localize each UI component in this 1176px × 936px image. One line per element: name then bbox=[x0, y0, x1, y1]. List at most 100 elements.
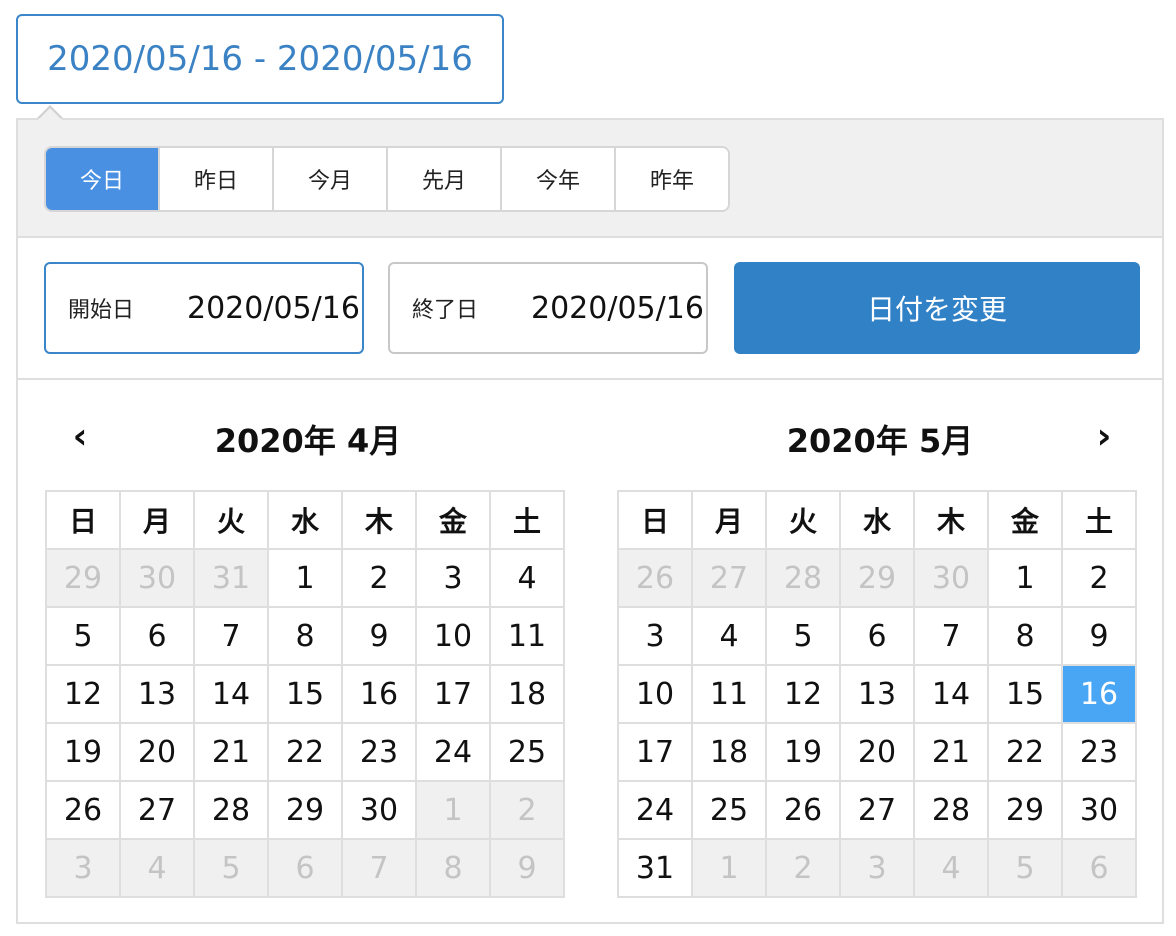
calendar-day-outside[interactable]: 3 bbox=[45, 838, 121, 898]
prev-month-icon[interactable]: ‹ bbox=[60, 416, 100, 457]
calendar-day[interactable]: 1 bbox=[267, 548, 343, 608]
calendar-day-outside[interactable]: 31 bbox=[193, 548, 269, 608]
calendar-day-outside[interactable]: 1 bbox=[415, 780, 491, 840]
calendar-day-outside[interactable]: 3 bbox=[839, 838, 915, 898]
calendar-day[interactable]: 29 bbox=[987, 780, 1063, 840]
calendar-day[interactable]: 10 bbox=[415, 606, 491, 666]
calendar-day[interactable]: 22 bbox=[267, 722, 343, 782]
calendar-day[interactable]: 19 bbox=[765, 722, 841, 782]
calendar-day[interactable]: 21 bbox=[193, 722, 269, 782]
calendar-day-outside[interactable]: 29 bbox=[839, 548, 915, 608]
calendar-day[interactable]: 17 bbox=[415, 664, 491, 724]
calendar-day[interactable]: 3 bbox=[415, 548, 491, 608]
calendar-day[interactable]: 28 bbox=[913, 780, 989, 840]
calendar-day[interactable]: 7 bbox=[193, 606, 269, 666]
calendar-day[interactable]: 8 bbox=[267, 606, 343, 666]
calendar-day[interactable]: 17 bbox=[617, 722, 693, 782]
calendar-day[interactable]: 26 bbox=[765, 780, 841, 840]
calendar-day[interactable]: 4 bbox=[691, 606, 767, 666]
calendar-day[interactable]: 6 bbox=[839, 606, 915, 666]
calendar-day[interactable]: 15 bbox=[987, 664, 1063, 724]
calendar-day-outside[interactable]: 27 bbox=[691, 548, 767, 608]
preset-this-month[interactable]: 今月 bbox=[274, 148, 388, 210]
calendar-day[interactable]: 13 bbox=[119, 664, 195, 724]
calendar-day[interactable]: 2 bbox=[341, 548, 417, 608]
preset-last-year[interactable]: 昨年 bbox=[616, 148, 728, 210]
calendar-day[interactable]: 23 bbox=[341, 722, 417, 782]
calendar-day[interactable]: 24 bbox=[617, 780, 693, 840]
calendar-day[interactable]: 30 bbox=[341, 780, 417, 840]
calendar-day-outside[interactable]: 2 bbox=[765, 838, 841, 898]
calendar-day-selected[interactable]: 16 bbox=[1061, 664, 1137, 724]
calendar-day[interactable]: 6 bbox=[119, 606, 195, 666]
calendar-day-outside[interactable]: 5 bbox=[987, 838, 1063, 898]
calendar-day-outside[interactable]: 7 bbox=[341, 838, 417, 898]
calendar-day[interactable]: 9 bbox=[1061, 606, 1137, 666]
calendar-day[interactable]: 20 bbox=[839, 722, 915, 782]
calendar-day[interactable]: 30 bbox=[1061, 780, 1137, 840]
calendar-day[interactable]: 31 bbox=[617, 838, 693, 898]
calendar-day[interactable]: 20 bbox=[119, 722, 195, 782]
date-range-trigger[interactable]: 2020/05/16 - 2020/05/16 bbox=[16, 14, 504, 104]
calendar-day[interactable]: 25 bbox=[489, 722, 565, 782]
calendar-day[interactable]: 23 bbox=[1061, 722, 1137, 782]
calendar-day[interactable]: 27 bbox=[839, 780, 915, 840]
calendar-day[interactable]: 15 bbox=[267, 664, 343, 724]
calendar-day[interactable]: 12 bbox=[765, 664, 841, 724]
calendar-day-outside[interactable]: 6 bbox=[1061, 838, 1137, 898]
calendar-day-outside[interactable]: 1 bbox=[691, 838, 767, 898]
start-date-field[interactable]: 開始日 bbox=[44, 262, 364, 354]
calendar-day[interactable]: 11 bbox=[489, 606, 565, 666]
end-date-input[interactable] bbox=[531, 290, 706, 326]
calendar-day[interactable]: 29 bbox=[267, 780, 343, 840]
calendar-day-outside[interactable]: 30 bbox=[913, 548, 989, 608]
calendar-day[interactable]: 9 bbox=[341, 606, 417, 666]
calendar-day[interactable]: 5 bbox=[45, 606, 121, 666]
calendar-day[interactable]: 24 bbox=[415, 722, 491, 782]
calendar-day-outside[interactable]: 6 bbox=[267, 838, 343, 898]
calendar-day-outside[interactable]: 30 bbox=[119, 548, 195, 608]
calendar-day[interactable]: 28 bbox=[193, 780, 269, 840]
start-date-label: 開始日 bbox=[68, 298, 135, 323]
calendar-day-outside[interactable]: 26 bbox=[617, 548, 693, 608]
calendar-day[interactable]: 5 bbox=[765, 606, 841, 666]
calendar-day[interactable]: 8 bbox=[987, 606, 1063, 666]
calendar-day[interactable]: 2 bbox=[1061, 548, 1137, 608]
calendar-day[interactable]: 21 bbox=[913, 722, 989, 782]
next-month-icon[interactable]: › bbox=[1084, 416, 1124, 457]
calendar-day-outside[interactable]: 2 bbox=[489, 780, 565, 840]
calendar-day-outside[interactable]: 8 bbox=[415, 838, 491, 898]
calendar-day[interactable]: 18 bbox=[691, 722, 767, 782]
calendar-day[interactable]: 19 bbox=[45, 722, 121, 782]
start-date-input[interactable] bbox=[187, 290, 362, 326]
end-date-field[interactable]: 終了日 bbox=[388, 262, 708, 354]
calendar-day[interactable]: 3 bbox=[617, 606, 693, 666]
calendar-day[interactable]: 26 bbox=[45, 780, 121, 840]
preset-yesterday[interactable]: 昨日 bbox=[160, 148, 274, 210]
apply-date-button[interactable]: 日付を変更 bbox=[734, 262, 1140, 354]
calendar-day-outside[interactable]: 9 bbox=[489, 838, 565, 898]
preset-today[interactable]: 今日 bbox=[46, 148, 160, 210]
calendar-day[interactable]: 14 bbox=[913, 664, 989, 724]
calendar-day[interactable]: 25 bbox=[691, 780, 767, 840]
preset-this-year[interactable]: 今年 bbox=[502, 148, 616, 210]
calendar-day-outside[interactable]: 5 bbox=[193, 838, 269, 898]
preset-last-month[interactable]: 先月 bbox=[388, 148, 502, 210]
calendar-day[interactable]: 27 bbox=[119, 780, 195, 840]
calendar-day[interactable]: 1 bbox=[987, 548, 1063, 608]
calendar-day[interactable]: 7 bbox=[913, 606, 989, 666]
calendar-day[interactable]: 11 bbox=[691, 664, 767, 724]
calendar-day-outside[interactable]: 4 bbox=[913, 838, 989, 898]
calendar-day[interactable]: 18 bbox=[489, 664, 565, 724]
calendar-day-outside[interactable]: 28 bbox=[765, 548, 841, 608]
calendar-day[interactable]: 12 bbox=[45, 664, 121, 724]
calendar-day[interactable]: 10 bbox=[617, 664, 693, 724]
calendar-day[interactable]: 13 bbox=[839, 664, 915, 724]
calendar-day-outside[interactable]: 4 bbox=[119, 838, 195, 898]
calendar-day[interactable]: 22 bbox=[987, 722, 1063, 782]
calendar-day[interactable]: 4 bbox=[489, 548, 565, 608]
weekday-header: 日 bbox=[45, 490, 121, 550]
calendar-day[interactable]: 14 bbox=[193, 664, 269, 724]
calendar-day-outside[interactable]: 29 bbox=[45, 548, 121, 608]
calendar-day[interactable]: 16 bbox=[341, 664, 417, 724]
